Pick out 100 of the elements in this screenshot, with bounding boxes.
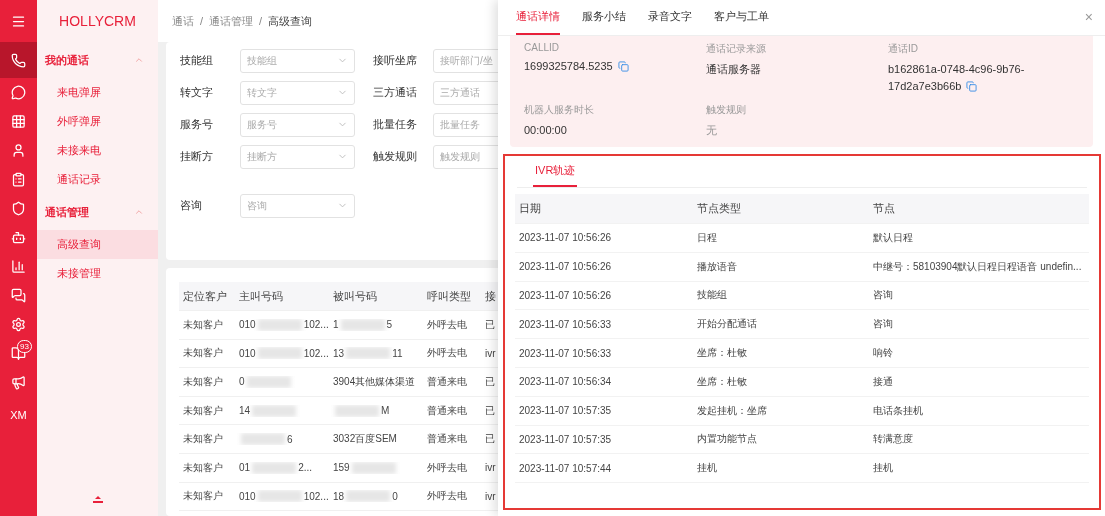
table-cell-text: 响铃 — [873, 346, 894, 361]
table-cell-text: 2023-11-07 10:56:33 — [519, 347, 613, 359]
phone-number-fragment: 01 — [239, 462, 251, 474]
phone-number-fragment: 010 — [239, 490, 256, 502]
breadcrumb-item[interactable]: 通话管理 — [209, 13, 254, 29]
table-cell: 3904其他媒体渠道 — [333, 375, 416, 389]
filter-select[interactable]: 咨询 — [240, 193, 355, 218]
redaction-blur — [335, 404, 379, 417]
menu-group[interactable]: 通话管理 — [37, 194, 158, 230]
nav-rail-button[interactable]: 93 — [0, 339, 37, 368]
tab[interactable]: IVR轨迹 — [533, 156, 578, 187]
redaction-blur — [241, 433, 285, 446]
table-cell: 未知客户 — [183, 375, 223, 389]
chat-icon — [11, 85, 26, 100]
field-label: CALLID — [524, 42, 560, 53]
person-icon — [11, 143, 26, 158]
nav-rail-button[interactable] — [0, 42, 37, 78]
table-cell-text: 2023-11-07 10:56:33 — [519, 318, 613, 330]
close-button[interactable]: × — [1084, 10, 1093, 24]
table-cell: 已 — [485, 432, 495, 447]
table-cell-text: 接通 — [873, 374, 894, 389]
filter-label: 挂断方 — [180, 149, 214, 164]
filter-label: 服务号 — [180, 117, 214, 132]
tab[interactable]: 录音文字 — [648, 0, 692, 35]
phone-number-fragment: 11 — [392, 347, 403, 359]
phone-number-fragment: 159 — [333, 462, 350, 474]
table-cell: ivr — [485, 490, 496, 502]
copy-icon[interactable] — [966, 81, 978, 92]
menu-item[interactable]: 来电弹屏 — [37, 78, 158, 107]
chevron-up-icon — [134, 55, 144, 65]
table-cell: 未知客户 — [183, 403, 223, 418]
brand-name: HOLLYCRM — [58, 12, 137, 31]
phone-number-fragment: 5 — [386, 319, 393, 331]
tab[interactable]: 客户与工单 — [714, 0, 769, 35]
column-header: 主叫号码 — [239, 288, 283, 304]
filter-label: 转文字 — [180, 85, 214, 100]
column-header: 日期 — [519, 201, 542, 216]
field-label: 机器人服务时长 — [524, 103, 595, 117]
grid-icon — [11, 114, 26, 129]
column-header: 被叫号码 — [333, 288, 377, 304]
menu-item[interactable]: 高级查询 — [37, 230, 158, 259]
filter-select[interactable]: 挂断方 — [240, 144, 355, 169]
redaction-blur — [252, 461, 297, 474]
table-cell: 未知客户 — [183, 432, 223, 447]
menu-item[interactable]: 未接来电 — [37, 136, 158, 165]
filter-select[interactable]: 服务号 — [240, 112, 355, 137]
table-cell: 未知客户 — [183, 460, 223, 475]
field-value: b162861a-0748-4c96-9b76-17d2a7e3b66b — [888, 62, 1026, 94]
table-cell: 未知客户 — [183, 489, 223, 504]
settings-icon — [11, 317, 26, 332]
filter-label: 三方通话 — [373, 85, 418, 100]
filter-label: 咨询 — [180, 198, 203, 213]
breadcrumb-item: 高级查询 — [268, 13, 313, 29]
table-cell-text: 转满意度 — [873, 432, 914, 447]
phone-number-fragment: 13 — [333, 347, 345, 359]
column-header: 节点类型 — [697, 201, 742, 216]
redaction-blur — [351, 461, 396, 474]
menu-icon — [11, 13, 26, 29]
breadcrumb-item[interactable]: 通话 — [172, 13, 194, 29]
phone-number-fragment: M — [381, 405, 390, 417]
menu-item[interactable]: 未接管理 — [37, 259, 158, 288]
redaction-blur — [257, 318, 302, 331]
table-cell-text: 坐席：杜敏 — [697, 346, 748, 361]
shield-icon — [11, 201, 26, 216]
table-cell-text: 中继号：58103904默认日程日程语音 undefin... — [873, 259, 1083, 274]
robot-icon — [11, 230, 26, 245]
table-cell: 普通来电 — [427, 403, 467, 418]
table-cell-text: 2023-11-07 10:56:26 — [519, 261, 613, 273]
phone-number-fragment: 0 — [392, 490, 398, 502]
tab[interactable]: 服务小结 — [582, 0, 626, 35]
table-cell-text: 电话条挂机 — [873, 403, 924, 418]
count-badge: 93 — [17, 340, 32, 353]
column-header: 定位客户 — [183, 288, 227, 304]
user-initials[interactable]: XM — [0, 409, 37, 421]
menu-group[interactable]: 我的通话 — [37, 42, 158, 78]
column-header: 节点 — [873, 201, 896, 216]
column-header: 呼叫类型 — [427, 288, 471, 304]
phone-number-fragment: 1 — [333, 319, 339, 331]
table-cell: 已 — [485, 375, 495, 389]
phone-number-fragment: 0 — [239, 376, 245, 388]
filter-select[interactable]: 技能组 — [240, 48, 355, 73]
field-value: 00:00:00 — [524, 123, 568, 138]
field-label: 通话ID — [888, 42, 919, 56]
menu-item[interactable]: 通话记录 — [37, 165, 158, 194]
table-cell: 普通来电 — [427, 432, 467, 447]
table-cell-text: 技能组 — [697, 288, 728, 303]
field-value: 无 — [706, 123, 718, 138]
table-cell-text: 播放语音 — [697, 259, 738, 274]
menu-item[interactable]: 外呼弹屏 — [37, 107, 158, 136]
table-cell: 外呼去电 — [427, 346, 467, 361]
phone-number-fragment: 102... — [303, 347, 329, 359]
collapse-icon[interactable] — [91, 496, 104, 504]
table-cell: 未知客户 — [183, 317, 223, 332]
filter-select[interactable]: 转文字 — [240, 80, 355, 105]
table-cell: 3032百度SEM — [333, 432, 397, 447]
table-cell: 外呼去电 — [427, 489, 467, 504]
filter-label: 技能组 — [180, 53, 214, 68]
phone-number-fragment: 010 — [239, 319, 256, 331]
copy-icon[interactable] — [617, 61, 629, 72]
filter-label: 接听坐席 — [373, 53, 418, 68]
